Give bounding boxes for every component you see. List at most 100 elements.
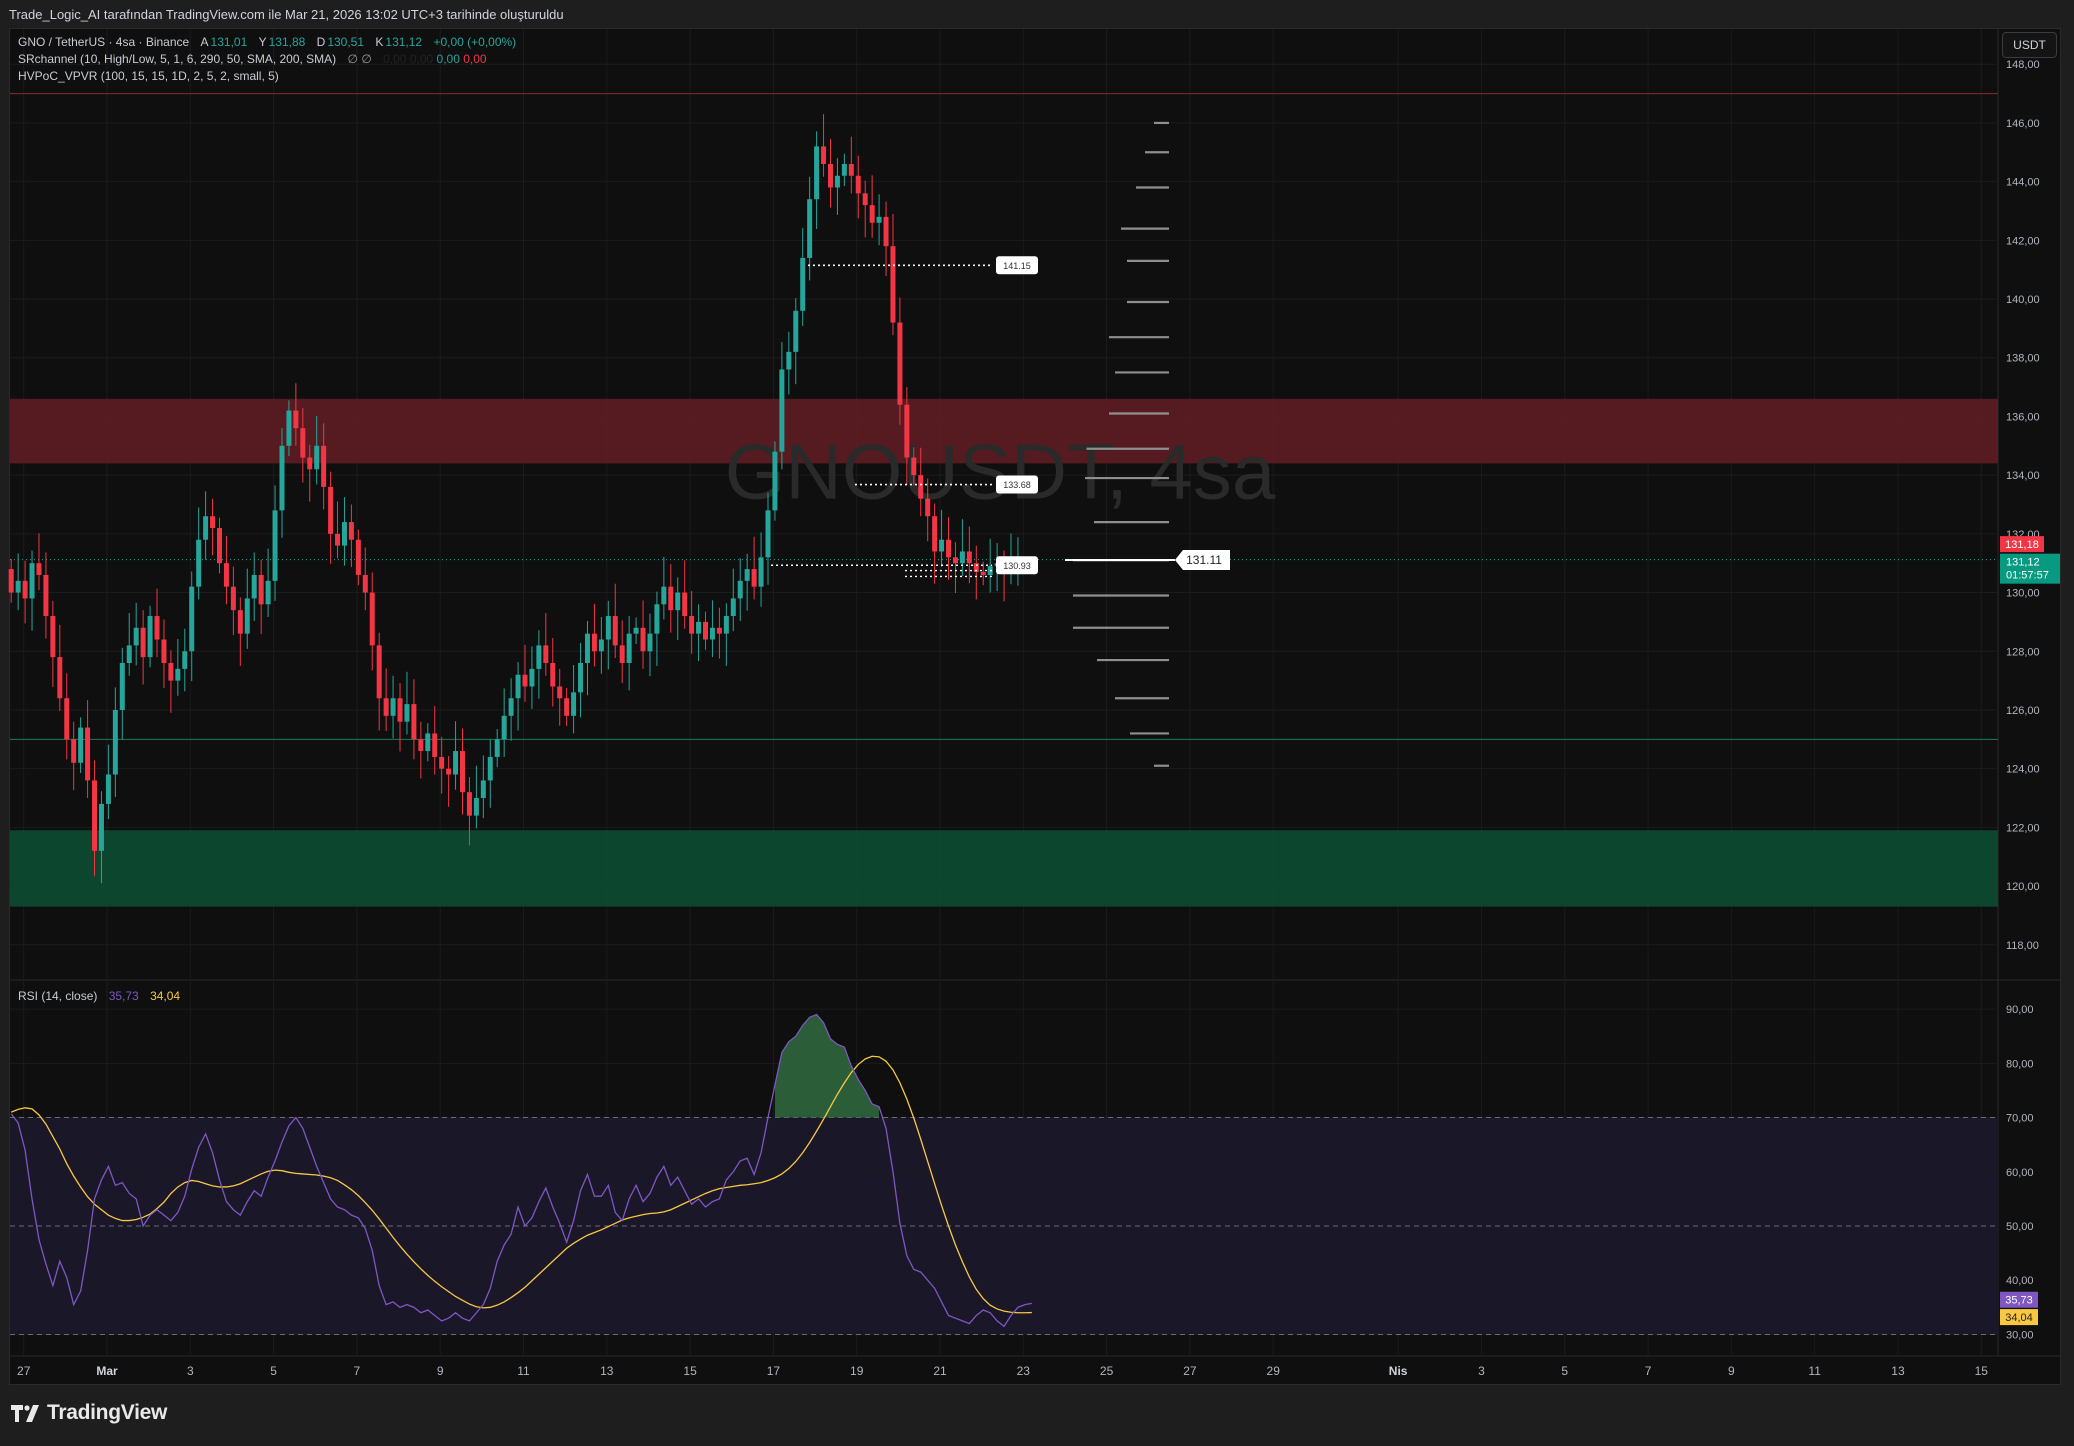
tradingview-logo[interactable]: TradingView <box>11 1401 167 1425</box>
x-tick-label: 3 <box>1478 1364 1485 1378</box>
candle-body <box>64 698 70 740</box>
rsi-tick-label: 70,00 <box>2006 1113 2034 1125</box>
rsi-tick-label: 60,00 <box>2006 1167 2034 1179</box>
candle-body <box>883 216 889 247</box>
candle-body <box>15 580 21 593</box>
candle-body <box>154 616 160 640</box>
candle-body <box>619 645 625 663</box>
srchannel-value-3: 0,00 <box>436 52 460 66</box>
candle-body <box>50 616 56 658</box>
x-tick-label: 29 <box>1267 1364 1281 1378</box>
change-value: +0,00 (+0,00%) <box>433 35 517 49</box>
x-tick-label: 17 <box>767 1364 781 1378</box>
candle-body <box>341 522 347 546</box>
symbol-title[interactable]: GNO / TetherUS · 4sa · Binance <box>18 35 189 49</box>
price-tick-label: 138,00 <box>2006 353 2040 365</box>
candle-body <box>78 727 84 763</box>
candle-body <box>584 633 590 663</box>
support-zone <box>10 830 1998 907</box>
vpvr-legend[interactable]: HVPoC_VPVR (100, 15, 15, 1D, 2, 5, 2, sm… <box>18 69 279 83</box>
x-tick-label: 13 <box>1891 1364 1905 1378</box>
candle-body <box>939 539 945 552</box>
candle-body <box>210 516 216 528</box>
candle-body <box>689 616 695 634</box>
candle-body <box>362 574 368 593</box>
candle-body <box>300 428 306 458</box>
candle-body <box>216 527 222 564</box>
candle-body <box>418 739 424 752</box>
candle-body <box>126 645 132 663</box>
candle-body <box>904 404 910 458</box>
price-tick-label: 130,00 <box>2006 588 2040 600</box>
candle-body <box>716 627 722 634</box>
candle-body <box>709 627 715 640</box>
currency-button[interactable]: USDT <box>2002 32 2057 58</box>
price-tick-label: 118,00 <box>2006 940 2039 952</box>
x-tick-label: 15 <box>683 1364 697 1378</box>
candle-body <box>897 322 903 405</box>
candle-body <box>425 733 431 752</box>
open-label: A <box>200 35 209 49</box>
candle-body <box>390 698 396 716</box>
candle-body <box>786 351 792 370</box>
candle-body <box>487 756 493 781</box>
candle-body <box>439 756 445 769</box>
rsi-value-badge-text: 35,73 <box>2005 1295 2033 1307</box>
candle-body <box>105 774 111 804</box>
candle-body <box>557 686 563 699</box>
candle-body <box>411 704 417 740</box>
candle-body <box>647 633 653 652</box>
candle-body <box>793 310 799 352</box>
price-tick-label: 148,00 <box>2006 59 2040 71</box>
candle-body <box>293 410 299 429</box>
srchannel-legend[interactable]: SRchannel (10, High/Low, 5, 1, 6, 290, 5… <box>18 52 487 66</box>
candle-body <box>335 533 341 546</box>
candle-body <box>161 639 167 663</box>
level-label-text: 133.68 <box>1003 480 1031 490</box>
srchannel-value-4: 0,00 <box>463 52 487 66</box>
candle-body <box>821 146 827 165</box>
rsi-legend[interactable]: RSI (14, close) 35,73 34,04 <box>18 989 180 1003</box>
candle-body <box>223 563 229 587</box>
candle-body <box>376 645 382 699</box>
candle-body <box>71 739 77 763</box>
chart-canvas[interactable]: 27 Mar 3 5 7 9 11 13 15 17 19 21 23 25 27 29 Nis 3 5 7 9 11 13… <box>0 0 2074 1446</box>
x-tick-label: 11 <box>1808 1364 1821 1378</box>
candle-body <box>932 516 938 552</box>
candle-body <box>404 704 410 722</box>
candle-body <box>175 668 181 681</box>
candle-body <box>807 199 813 258</box>
candle-body <box>369 592 375 646</box>
candle-body <box>598 639 604 652</box>
candle-body <box>397 698 403 722</box>
candle-body <box>432 733 438 757</box>
candle-body <box>244 598 250 634</box>
rsi-ma-badge-text: 34,04 <box>2005 1312 2033 1324</box>
candle-body <box>168 663 174 681</box>
candle-body <box>515 674 521 699</box>
candle-body <box>182 651 188 669</box>
high-value: 131,88 <box>268 35 306 49</box>
candle-body <box>251 574 257 599</box>
candle-body <box>765 510 771 558</box>
x-tick-label: Mar <box>96 1364 118 1378</box>
candle-body <box>466 792 472 816</box>
candle-body <box>258 574 264 605</box>
candle-body <box>654 604 660 634</box>
candle-body <box>890 246 896 323</box>
srchannel-na-symbols: ∅ ∅ <box>347 52 372 66</box>
candle-body <box>119 663 125 710</box>
price-tick-label: 128,00 <box>2006 646 2040 658</box>
x-tick-label: 27 <box>17 1364 31 1378</box>
srchannel-title: SRchannel (10, High/Low, 5, 1, 6, 290, 5… <box>18 52 337 66</box>
x-tick-label: Nis <box>1389 1364 1408 1378</box>
candle-body <box>494 739 500 757</box>
candle-body <box>959 551 965 564</box>
price-tick-label: 146,00 <box>2006 118 2040 130</box>
candle-body <box>529 668 535 687</box>
candle-body <box>112 709 118 775</box>
close-label: K <box>375 35 384 49</box>
candle-body <box>543 645 549 663</box>
candle-body <box>29 563 35 599</box>
candle-body <box>591 633 597 652</box>
